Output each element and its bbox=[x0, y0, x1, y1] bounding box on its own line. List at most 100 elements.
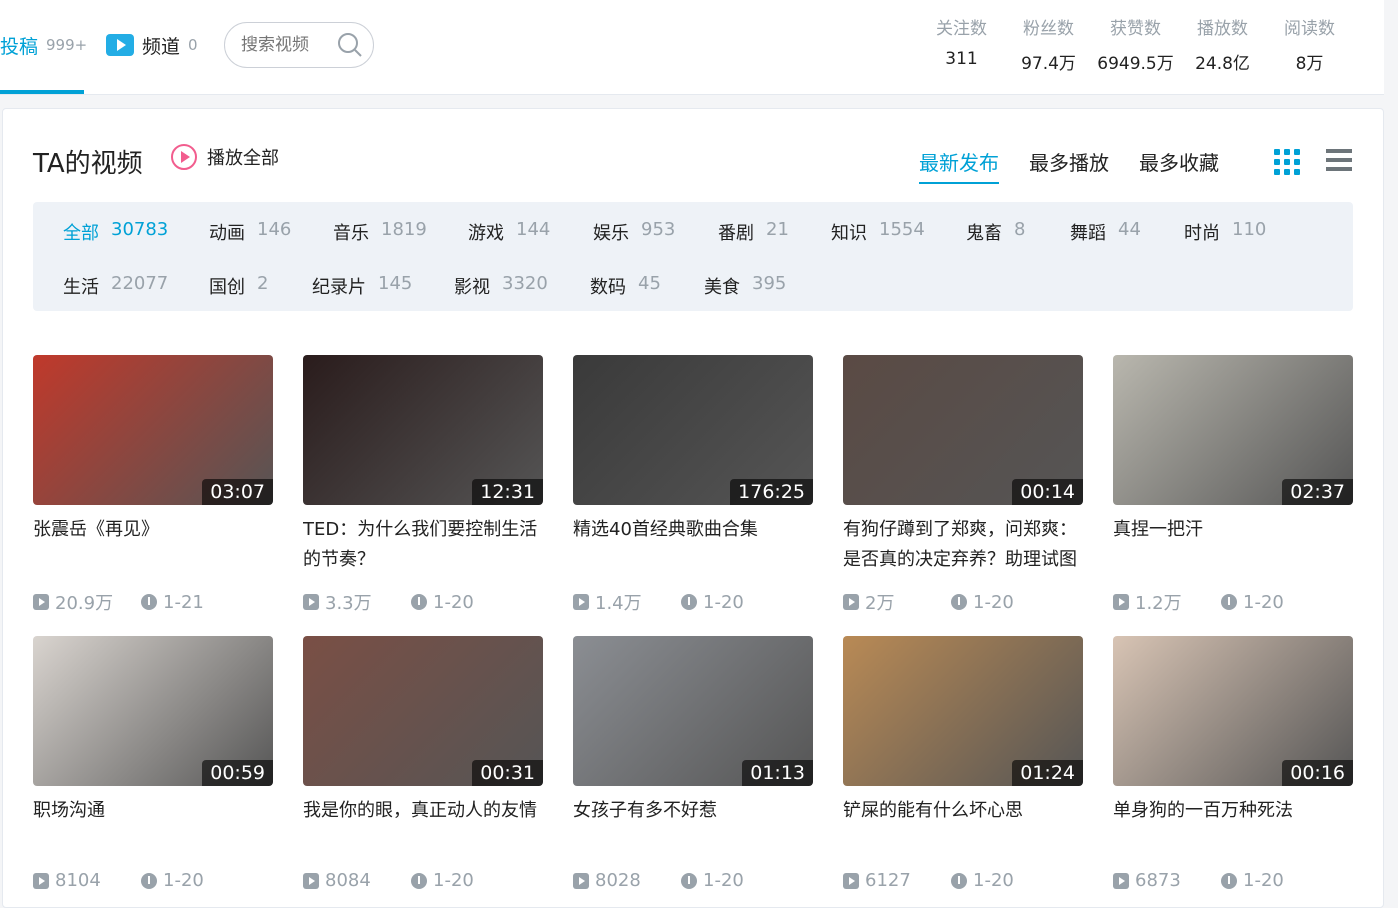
search-icon[interactable] bbox=[337, 32, 363, 58]
play-count-value: 1.4万 bbox=[595, 593, 642, 614]
sort-option[interactable]: 最多播放 bbox=[1029, 147, 1109, 184]
video-thumbnail[interactable]: 00:16 bbox=[1113, 636, 1353, 786]
category-name: 美食 bbox=[704, 277, 740, 298]
category-filter-item[interactable]: 番剧 21 bbox=[718, 219, 789, 245]
video-title[interactable]: 铲屎的能有什么坏心思 bbox=[843, 796, 1083, 856]
video-thumbnail[interactable]: 00:14 bbox=[843, 355, 1083, 505]
category-count: 30783 bbox=[111, 219, 169, 240]
video-meta: 8104 1-20 bbox=[33, 870, 273, 891]
upload-date: 1-20 bbox=[141, 870, 204, 891]
video-card[interactable]: 12:31 TED：为什么我们要控制生活的节奏？ 3.3万 1-20 bbox=[303, 355, 543, 615]
play-count: 6127 bbox=[843, 870, 951, 891]
category-name: 数码 bbox=[590, 277, 626, 298]
video-card[interactable]: 00:16 单身狗的一百万种死法 6873 1-20 bbox=[1113, 636, 1353, 891]
search-input[interactable] bbox=[241, 35, 331, 55]
video-card[interactable]: 02:37 真捏一把汗 1.2万 1-20 bbox=[1113, 355, 1353, 615]
play-all-button[interactable]: 播放全部 bbox=[171, 144, 279, 170]
category-filter-item[interactable]: 数码 45 bbox=[590, 273, 661, 299]
video-card[interactable]: 03:07 张震岳《再见》 20.9万 1-21 bbox=[33, 355, 273, 615]
video-title[interactable]: 有狗仔蹲到了郑爽，问郑爽：是否真的决定弃养？助理试图 bbox=[843, 515, 1083, 575]
play-count-icon bbox=[843, 594, 859, 610]
sort-option[interactable]: 最多收藏 bbox=[1139, 147, 1219, 184]
stat-item[interactable]: 播放数 24.8亿 bbox=[1179, 14, 1266, 74]
upload-date: 1-20 bbox=[681, 592, 744, 613]
video-meta: 3.3万 1-20 bbox=[303, 589, 543, 615]
category-count: 44 bbox=[1118, 219, 1141, 240]
category-filter-item[interactable]: 全部 30783 bbox=[63, 219, 168, 245]
video-title[interactable]: 女孩子有多不好惹 bbox=[573, 796, 813, 856]
play-count: 8084 bbox=[303, 870, 411, 891]
sort-options: 最新发布 最多播放 最多收藏 bbox=[919, 147, 1219, 184]
category-filter-item[interactable]: 鬼畜 8 bbox=[966, 219, 1025, 245]
video-thumbnail[interactable]: 03:07 bbox=[33, 355, 273, 505]
video-thumbnail[interactable]: 00:59 bbox=[33, 636, 273, 786]
tab-channels[interactable]: 频道 0 bbox=[106, 30, 198, 60]
video-title[interactable]: 精选40首经典歌曲合集 bbox=[573, 515, 813, 575]
category-filter-item[interactable]: 美食 395 bbox=[704, 273, 786, 299]
profile-nav-bar: 投稿 999+ 频道 0 关注数311粉丝数97.4万获赞数6949.5万播放数… bbox=[0, 0, 1384, 95]
category-filter-item[interactable]: 生活 22077 bbox=[63, 273, 168, 299]
video-thumbnail[interactable]: 00:31 bbox=[303, 636, 543, 786]
category-filter-item[interactable]: 影视 3320 bbox=[454, 273, 548, 299]
category-filter-item[interactable]: 舞蹈 44 bbox=[1070, 219, 1141, 245]
video-title[interactable]: 我是你的眼，真正动人的友情 bbox=[303, 796, 543, 856]
category-filter-item[interactable]: 动画 146 bbox=[209, 219, 291, 245]
category-count: 145 bbox=[378, 273, 413, 294]
category-name: 全部 bbox=[63, 223, 99, 244]
category-filter-item[interactable]: 纪录片 145 bbox=[312, 273, 412, 299]
video-card[interactable]: 176:25 精选40首经典歌曲合集 1.4万 1-20 bbox=[573, 355, 813, 615]
play-count: 8104 bbox=[33, 870, 141, 891]
video-meta: 6127 1-20 bbox=[843, 870, 1083, 891]
video-title[interactable]: 单身狗的一百万种死法 bbox=[1113, 796, 1353, 856]
grid-view-icon[interactable] bbox=[1274, 149, 1300, 175]
video-thumbnail[interactable]: 176:25 bbox=[573, 355, 813, 505]
category-filter-item[interactable]: 时尚 110 bbox=[1184, 219, 1266, 245]
category-name: 生活 bbox=[63, 277, 99, 298]
category-count: 1554 bbox=[879, 219, 925, 240]
upload-date: 1-20 bbox=[951, 870, 1014, 891]
play-count-value: 8084 bbox=[325, 870, 371, 891]
clock-icon bbox=[411, 872, 427, 889]
clock-icon bbox=[681, 872, 697, 889]
tab-uploads[interactable]: 投稿 999+ bbox=[0, 30, 87, 60]
video-meta: 8028 1-20 bbox=[573, 870, 813, 891]
video-card[interactable]: 00:14 有狗仔蹲到了郑爽，问郑爽：是否真的决定弃养？助理试图 2万 1-20 bbox=[843, 355, 1083, 615]
upload-date-value: 1-20 bbox=[973, 870, 1014, 891]
video-meta: 20.9万 1-21 bbox=[33, 589, 273, 615]
stat-item[interactable]: 阅读数 8万 bbox=[1266, 14, 1353, 74]
video-title[interactable]: TED：为什么我们要控制生活的节奏？ bbox=[303, 515, 543, 575]
video-duration: 01:24 bbox=[1012, 760, 1083, 786]
play-count: 3.3万 bbox=[303, 589, 411, 615]
stat-value: 97.4万 bbox=[1021, 54, 1076, 74]
video-panel: TA的视频 播放全部 最新发布 最多播放 最多收藏 全部 30783 动画 146 音乐 18… bbox=[2, 108, 1384, 908]
video-title[interactable]: 张震岳《再见》 bbox=[33, 515, 273, 575]
video-title[interactable]: 职场沟通 bbox=[33, 796, 273, 856]
play-count-value: 6127 bbox=[865, 870, 911, 891]
stat-item[interactable]: 粉丝数 97.4万 bbox=[1005, 14, 1092, 74]
video-thumbnail[interactable]: 01:13 bbox=[573, 636, 813, 786]
video-card[interactable]: 00:31 我是你的眼，真正动人的友情 8084 1-20 bbox=[303, 636, 543, 891]
video-thumbnail[interactable]: 02:37 bbox=[1113, 355, 1353, 505]
video-card[interactable]: 01:13 女孩子有多不好惹 8028 1-20 bbox=[573, 636, 813, 891]
video-meta: 2万 1-20 bbox=[843, 589, 1083, 615]
category-filter-item[interactable]: 国创 2 bbox=[209, 273, 268, 299]
stat-item[interactable]: 关注数 311 bbox=[918, 14, 1005, 74]
video-thumbnail[interactable]: 12:31 bbox=[303, 355, 543, 505]
stat-item[interactable]: 获赞数 6949.5万 bbox=[1092, 14, 1179, 74]
play-count: 8028 bbox=[573, 870, 681, 891]
upload-date: 1-20 bbox=[951, 592, 1014, 613]
upload-date: 1-21 bbox=[141, 592, 204, 613]
category-filter-item[interactable]: 知识 1554 bbox=[831, 219, 925, 245]
sort-option[interactable]: 最新发布 bbox=[919, 147, 999, 184]
video-card[interactable]: 01:24 铲屎的能有什么坏心思 6127 1-20 bbox=[843, 636, 1083, 891]
category-count: 395 bbox=[752, 273, 787, 294]
category-filter-item[interactable]: 娱乐 953 bbox=[593, 219, 675, 245]
video-thumbnail[interactable]: 01:24 bbox=[843, 636, 1083, 786]
category-filter-item[interactable]: 游戏 144 bbox=[468, 219, 550, 245]
video-card[interactable]: 00:59 职场沟通 8104 1-20 bbox=[33, 636, 273, 891]
category-name: 娱乐 bbox=[593, 223, 629, 244]
category-filter-item[interactable]: 音乐 1819 bbox=[333, 219, 427, 245]
list-view-icon[interactable] bbox=[1326, 149, 1352, 175]
video-search-box bbox=[224, 22, 374, 68]
video-title[interactable]: 真捏一把汗 bbox=[1113, 515, 1353, 575]
